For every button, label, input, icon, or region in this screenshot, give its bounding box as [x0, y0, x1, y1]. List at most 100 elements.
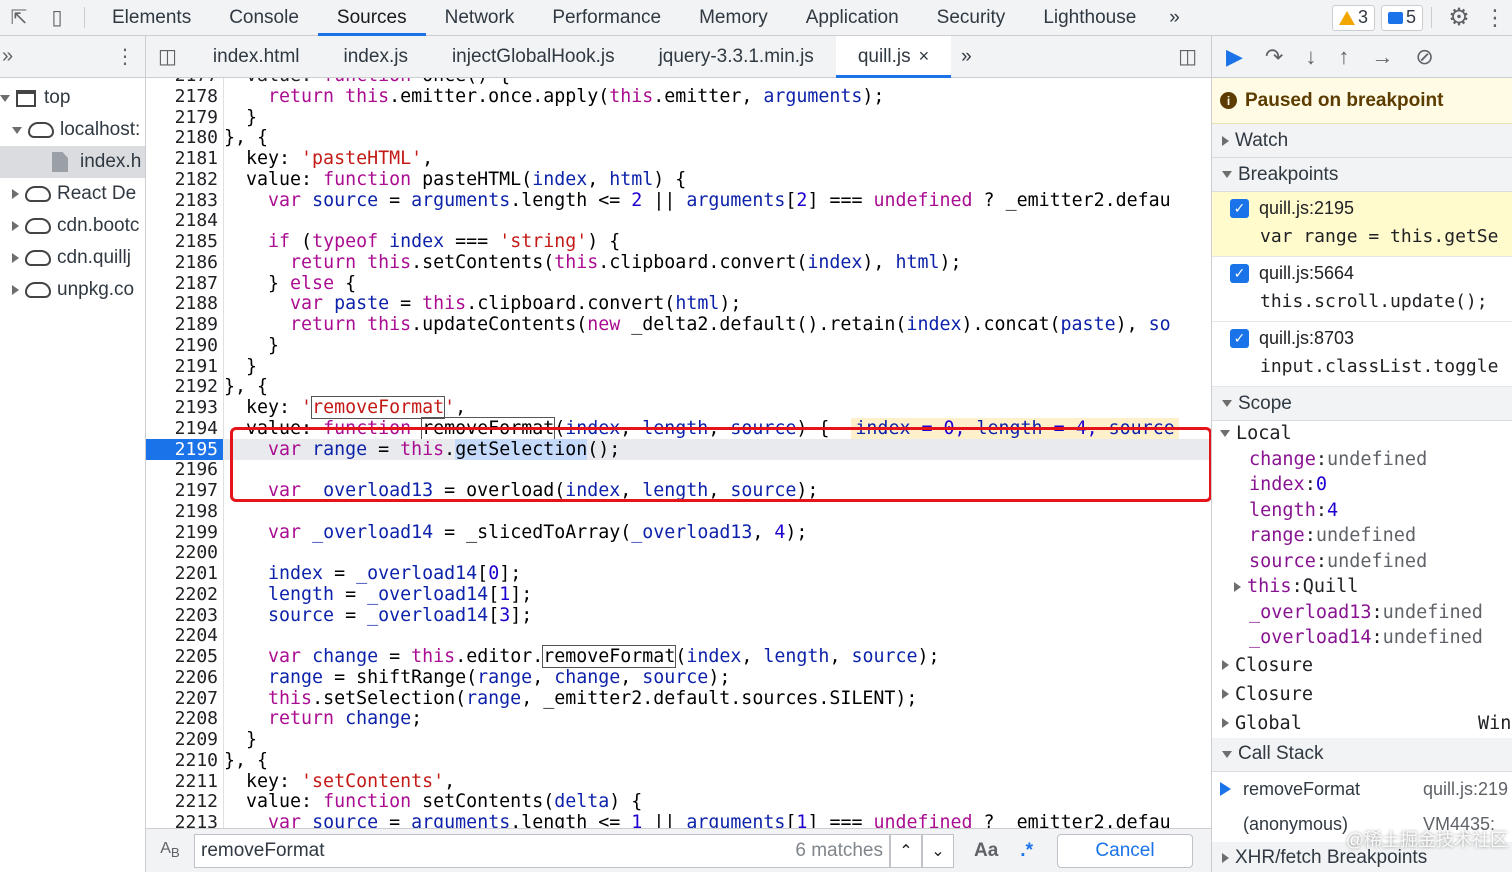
- collapsed-triangle-icon[interactable]: [12, 285, 19, 295]
- regex-button[interactable]: .*: [1020, 840, 1033, 862]
- step-into-icon[interactable]: ↓: [1305, 44, 1316, 70]
- tree-item-frame[interactable]: top: [0, 82, 145, 114]
- more-tabs-button[interactable]: »: [1155, 0, 1194, 35]
- tab-sources[interactable]: Sources: [317, 0, 426, 36]
- warnings-badge[interactable]: 3: [1331, 4, 1375, 31]
- tab-lighthouse[interactable]: Lighthouse: [1024, 0, 1155, 35]
- line-number[interactable]: 2187: [146, 273, 218, 294]
- line-number[interactable]: 2193: [146, 397, 218, 418]
- scope-section-header[interactable]: Scope: [1212, 387, 1512, 421]
- file-tab[interactable]: injectGlobalHook.js: [430, 36, 637, 77]
- messages-badge[interactable]: 5: [1380, 4, 1423, 31]
- line-number[interactable]: 2210: [146, 750, 218, 771]
- step-icon[interactable]: →: [1371, 44, 1393, 70]
- scope-closure-1[interactable]: Closure: [1212, 651, 1512, 680]
- checkbox-checked-icon[interactable]: ✓: [1230, 199, 1249, 218]
- line-number[interactable]: 2197: [146, 480, 218, 501]
- code-editor[interactable]: 2177 value: function once() {2178 return…: [146, 78, 1211, 828]
- collapsed-triangle-icon[interactable]: [12, 189, 19, 199]
- scope-variable[interactable]: _overload13: undefined: [1212, 600, 1512, 626]
- device-toolbar-icon[interactable]: ▯: [38, 0, 76, 35]
- line-number[interactable]: 2195: [146, 438, 223, 460]
- tab-network[interactable]: Network: [426, 0, 534, 35]
- line-number[interactable]: 2188: [146, 293, 218, 314]
- line-number[interactable]: 2207: [146, 688, 218, 709]
- file-tab[interactable]: quill.js ×: [835, 36, 952, 78]
- find-previous-button[interactable]: ⌃: [890, 833, 922, 868]
- close-tab-icon[interactable]: ×: [919, 46, 930, 67]
- scope-variable[interactable]: source: undefined: [1212, 549, 1512, 575]
- more-options-icon[interactable]: ⋮: [1478, 0, 1512, 35]
- line-number[interactable]: 2190: [146, 335, 218, 356]
- toggle-debugger-icon[interactable]: ◫: [1164, 36, 1211, 77]
- tree-item-origin[interactable]: React De: [0, 178, 145, 210]
- collapsed-triangle-icon[interactable]: [1234, 581, 1241, 592]
- line-number[interactable]: 2196: [146, 459, 218, 480]
- line-number[interactable]: 2203: [146, 605, 218, 626]
- tab-performance[interactable]: Performance: [533, 0, 680, 35]
- line-number[interactable]: 2180: [146, 127, 218, 148]
- tab-security[interactable]: Security: [918, 0, 1025, 35]
- tab-application[interactable]: Application: [787, 0, 918, 35]
- line-number[interactable]: 2211: [146, 771, 218, 792]
- line-number[interactable]: 2184: [146, 210, 218, 231]
- scope-variable[interactable]: range: undefined: [1212, 523, 1512, 549]
- expanded-triangle-icon[interactable]: [0, 94, 10, 102]
- scope-variable[interactable]: _overload14: undefined: [1212, 625, 1512, 651]
- line-number[interactable]: 2213: [146, 812, 218, 828]
- line-number[interactable]: 2183: [146, 190, 218, 211]
- breakpoint-item[interactable]: ✓ quill.js:2195 var range = this.getSe: [1212, 192, 1512, 257]
- line-number[interactable]: 2199: [146, 522, 218, 543]
- tab-elements[interactable]: Elements: [93, 0, 210, 35]
- more-files-icon[interactable]: »: [951, 36, 982, 77]
- call-stack-section-header[interactable]: Call Stack: [1212, 737, 1512, 772]
- breakpoint-item[interactable]: ✓ quill.js:8703 input.classList.toggle: [1212, 322, 1512, 387]
- toggle-navigator-icon[interactable]: ◫: [146, 36, 191, 77]
- find-next-button[interactable]: ⌄: [922, 833, 954, 868]
- line-number[interactable]: 2200: [146, 542, 218, 563]
- line-number[interactable]: 2182: [146, 169, 218, 190]
- expanded-triangle-icon[interactable]: [12, 126, 22, 134]
- line-number[interactable]: 2179: [146, 107, 218, 128]
- deactivate-breakpoints-icon[interactable]: ⊘: [1415, 44, 1433, 70]
- scope-variable[interactable]: index: 0: [1212, 472, 1512, 498]
- tree-item-file[interactable]: index.h: [0, 146, 145, 178]
- watch-section-header[interactable]: Watch: [1212, 124, 1512, 158]
- settings-gear-icon[interactable]: ⚙: [1440, 0, 1478, 35]
- line-number[interactable]: 2181: [146, 148, 218, 169]
- file-tab[interactable]: index.js: [322, 36, 430, 77]
- line-number[interactable]: 2212: [146, 791, 218, 812]
- call-frame[interactable]: removeFormat quill.js:219: [1212, 772, 1512, 807]
- scope-closure-2[interactable]: Closure: [1212, 680, 1512, 709]
- match-case-button[interactable]: Aa: [974, 840, 998, 862]
- step-over-icon[interactable]: ↷: [1265, 44, 1283, 70]
- line-number[interactable]: 2209: [146, 729, 218, 750]
- line-number[interactable]: 2191: [146, 356, 218, 377]
- tree-item-origin[interactable]: cdn.quillj: [0, 242, 145, 274]
- line-number[interactable]: 2185: [146, 231, 218, 252]
- tree-item-origin[interactable]: cdn.bootc: [0, 210, 145, 242]
- find-cancel-button[interactable]: Cancel: [1056, 833, 1193, 868]
- line-number[interactable]: 2189: [146, 314, 218, 335]
- scope-global[interactable]: Global Win: [1212, 709, 1512, 738]
- scope-local-header[interactable]: Local: [1212, 421, 1512, 447]
- line-number[interactable]: 2205: [146, 646, 218, 667]
- navigator-menu-icon[interactable]: ⋮: [115, 44, 135, 69]
- tab-console[interactable]: Console: [210, 0, 318, 35]
- line-number[interactable]: 2201: [146, 563, 218, 584]
- collapsed-triangle-icon[interactable]: [12, 253, 19, 263]
- line-number[interactable]: 2186: [146, 252, 218, 273]
- resume-icon[interactable]: ▶: [1226, 44, 1243, 70]
- inspect-element-icon[interactable]: ⇱: [0, 0, 38, 35]
- tree-item-origin[interactable]: unpkg.co: [0, 274, 145, 306]
- replace-toggle-icon[interactable]: AB: [146, 840, 194, 860]
- line-number[interactable]: 2194: [146, 418, 218, 439]
- find-input[interactable]: removeFormat 6 matches: [194, 833, 890, 868]
- checkbox-checked-icon[interactable]: ✓: [1230, 264, 1249, 283]
- step-out-icon[interactable]: ↑: [1338, 44, 1349, 70]
- tab-memory[interactable]: Memory: [680, 0, 787, 35]
- line-number[interactable]: 2198: [146, 501, 218, 522]
- line-number[interactable]: 2206: [146, 667, 218, 688]
- file-tab[interactable]: jquery-3.3.1.min.js: [637, 36, 836, 77]
- line-number[interactable]: 2202: [146, 584, 218, 605]
